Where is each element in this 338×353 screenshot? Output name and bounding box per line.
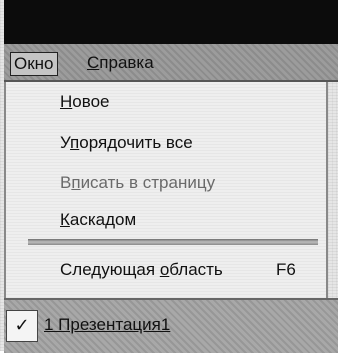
menu-help-mnemonic: С bbox=[87, 53, 100, 72]
menu-item-fit-to-page[interactable]: Вписать в страницу bbox=[60, 171, 215, 195]
title-bar bbox=[4, 0, 338, 44]
menu-item-arrange-all-pre: У bbox=[60, 133, 71, 152]
check-icon: ✓ bbox=[6, 310, 38, 342]
menu-item-fit-to-page-rest: исать в страницу bbox=[80, 173, 216, 192]
menu-help-rest: правка bbox=[99, 53, 154, 72]
menu-item-next-area-mnemonic: о bbox=[159, 260, 170, 279]
menu-item-arrange-all-mnemonic: п bbox=[70, 133, 80, 152]
shortcut-f6: F6 bbox=[276, 260, 296, 279]
menu-item-new-rest: овое bbox=[72, 92, 110, 111]
menu-item-cascade[interactable]: Каскадом bbox=[60, 208, 136, 232]
window-menu-dropdown: Новое Упорядочить все Вписать в страницу… bbox=[4, 82, 328, 298]
menu-window[interactable]: Окно bbox=[10, 52, 58, 76]
menu-item-new[interactable]: Новое bbox=[60, 90, 110, 114]
menu-item-cascade-mnemonic: К bbox=[60, 210, 70, 229]
menu-help[interactable]: Справка bbox=[84, 52, 157, 74]
menu-item-arrange-all-rest: орядочить все bbox=[79, 133, 193, 152]
menu-item-cascade-rest: аскадом bbox=[69, 210, 137, 229]
menu-item-window-presentation1[interactable]: 1 Презентация1 bbox=[44, 313, 170, 337]
menu-bar: Окно Справка bbox=[4, 44, 338, 82]
menu-item-new-mnemonic: Н bbox=[60, 92, 73, 111]
menu-item-fit-to-page-pre: В bbox=[60, 173, 72, 192]
menu-item-arrange-all[interactable]: Упорядочить все bbox=[60, 131, 193, 155]
menu-item-next-area[interactable]: Следующая область bbox=[60, 258, 223, 282]
menu-separator bbox=[28, 239, 318, 245]
menu-item-fit-to-page-mnemonic: п bbox=[71, 173, 81, 192]
menu-item-next-area-pre: Следующая bbox=[60, 260, 160, 279]
menu-item-next-area-rest: бласть bbox=[169, 260, 223, 279]
